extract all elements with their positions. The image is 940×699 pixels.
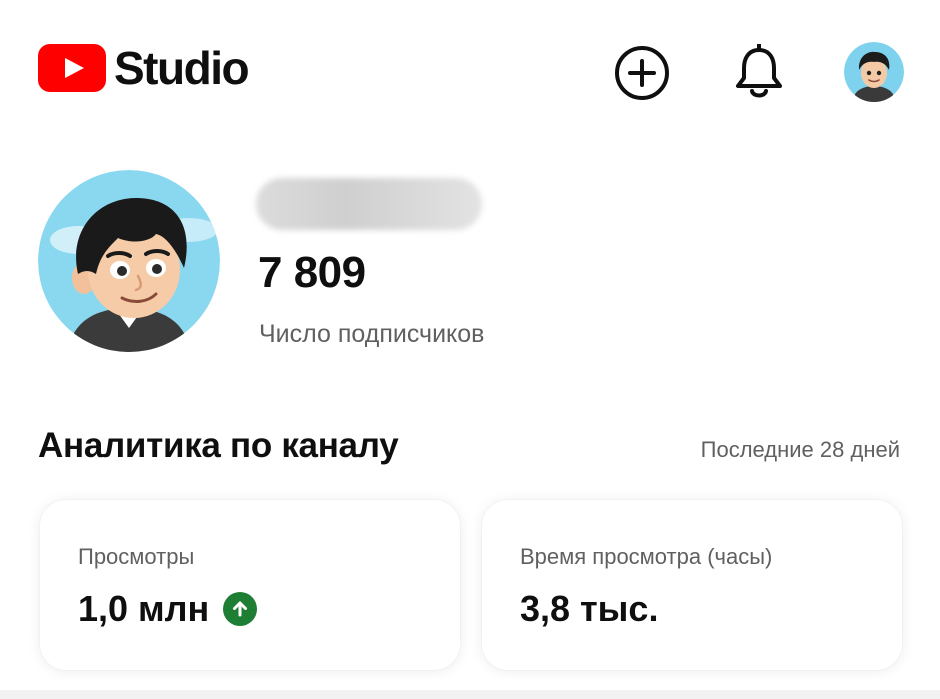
logo-text: Studio bbox=[114, 42, 250, 94]
create-button[interactable] bbox=[613, 44, 671, 102]
subscriber-label: Число подписчиков bbox=[259, 320, 485, 348]
watch-time-card[interactable]: Время просмотра (часы) 3,8 тыс. bbox=[482, 500, 902, 670]
bottom-divider bbox=[0, 690, 940, 699]
notifications-button[interactable] bbox=[730, 44, 788, 102]
views-value-row: 1,0 млн bbox=[78, 588, 258, 630]
watch-time-value: 3,8 тыс. bbox=[520, 588, 659, 629]
watch-time-label: Время просмотра (часы) bbox=[520, 544, 773, 569]
channel-name-redacted bbox=[256, 178, 482, 230]
subscriber-count: 7 809 bbox=[258, 248, 366, 297]
views-label: Просмотры bbox=[78, 544, 195, 569]
arrow-up-icon bbox=[223, 592, 258, 626]
views-card[interactable]: Просмотры 1,0 млн bbox=[40, 500, 460, 670]
views-value: 1,0 млн bbox=[78, 588, 210, 629]
analytics-title: Аналитика по каналу bbox=[38, 426, 399, 465]
bell-icon bbox=[736, 44, 782, 98]
channel-avatar[interactable] bbox=[38, 170, 220, 352]
channel-avatar-image bbox=[38, 170, 220, 352]
plus-circle-icon bbox=[615, 46, 669, 100]
youtube-studio-logo[interactable]: Studio bbox=[38, 42, 250, 94]
youtube-play-icon bbox=[38, 44, 106, 92]
account-avatar-button[interactable] bbox=[844, 42, 904, 102]
avatar bbox=[844, 42, 904, 102]
analytics-period[interactable]: Последние 28 дней bbox=[701, 437, 900, 463]
top-app-bar: Studio bbox=[0, 0, 940, 140]
